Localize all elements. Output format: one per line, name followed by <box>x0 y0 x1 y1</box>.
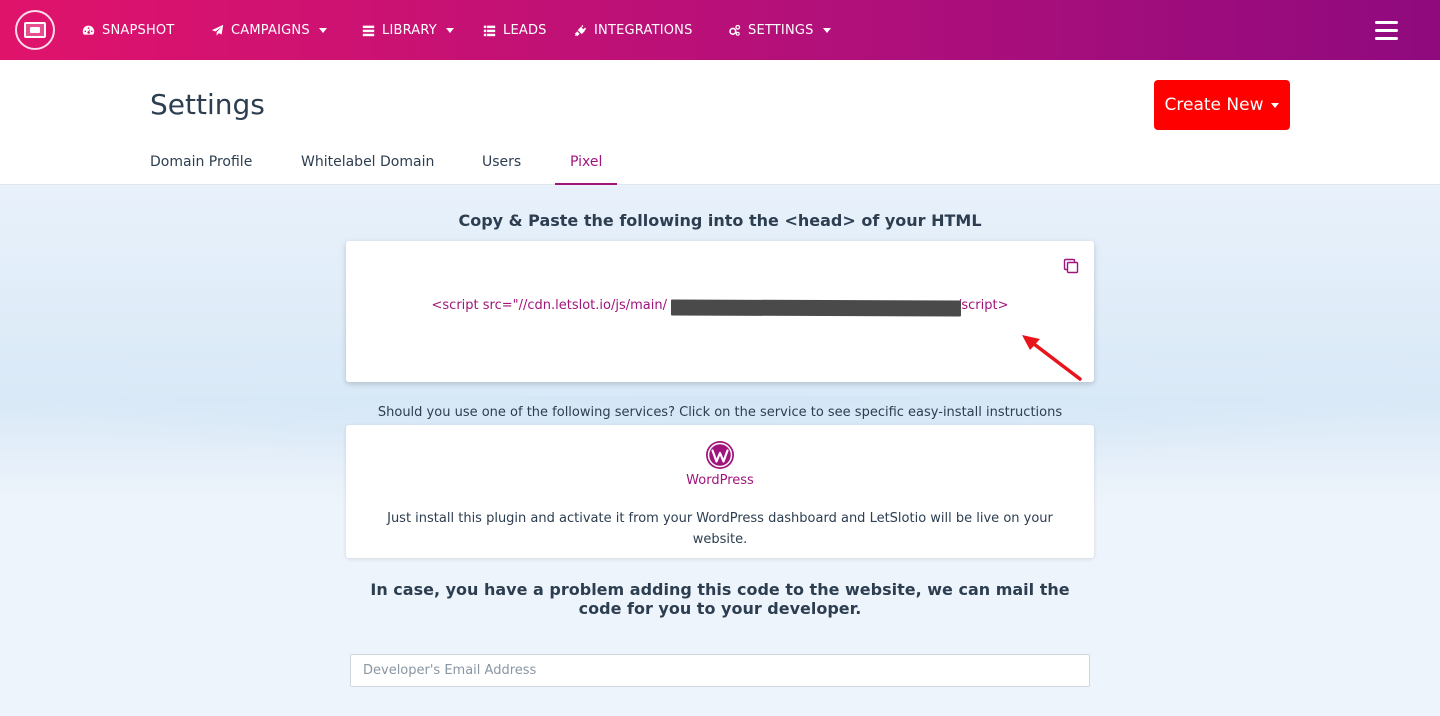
wordpress-icon <box>706 441 734 469</box>
top-nav: SNAPSHOT CAMPAIGNS LIBRARY LEADS INTEGRA… <box>0 0 1440 60</box>
nav-label: SNAPSHOT <box>102 22 175 38</box>
nav-label: INTEGRATIONS <box>594 22 693 38</box>
cogs-icon <box>729 24 741 36</box>
nav-leads[interactable]: LEADS <box>483 0 547 60</box>
nav-label: LEADS <box>503 22 547 38</box>
chevron-down-icon <box>822 27 831 33</box>
mail-code-title: In case, you have a problem adding this … <box>370 580 1070 618</box>
hamburger-menu-icon[interactable] <box>1375 21 1398 40</box>
wordpress-service-card[interactable]: WordPress Just install this plugin and a… <box>346 425 1094 558</box>
create-new-button[interactable]: Create New <box>1154 80 1290 130</box>
nav-label: CAMPAIGNS <box>231 22 310 38</box>
chevron-down-icon <box>318 27 327 33</box>
nav-label: SETTINGS <box>748 22 814 38</box>
nav-library[interactable]: LIBRARY <box>362 0 454 60</box>
plug-icon <box>574 24 587 36</box>
create-new-label: Create New <box>1164 95 1264 115</box>
developer-email-input[interactable] <box>350 654 1090 687</box>
app-logo[interactable] <box>15 10 55 50</box>
nav-snapshot[interactable]: SNAPSHOT <box>82 0 175 60</box>
tab-pixel[interactable]: Pixel <box>555 154 618 185</box>
tab-domain-profile[interactable]: Domain Profile <box>150 154 252 185</box>
list-icon <box>362 25 375 36</box>
logo-mark <box>24 22 46 38</box>
code-suffix: /script> <box>956 298 1009 313</box>
copy-icon[interactable] <box>1063 258 1079 274</box>
settings-header: Settings Create New Domain Profile White… <box>0 60 1440 185</box>
wordpress-description: Just install this plugin and activate it… <box>387 511 1053 547</box>
services-prompt: Should you use one of the following serv… <box>377 405 1063 420</box>
paper-plane-icon <box>211 24 224 36</box>
nav-label: LIBRARY <box>382 22 437 38</box>
tab-users[interactable]: Users <box>482 154 521 185</box>
nav-settings[interactable]: SETTINGS <box>728 0 831 60</box>
page-title: Settings <box>150 88 265 121</box>
code-prefix: <script src="//cdn.letslot.io/js/main/ <box>431 298 667 313</box>
chevron-down-icon <box>445 27 454 33</box>
dashboard-icon <box>82 25 95 35</box>
nav-integrations[interactable]: INTEGRATIONS <box>574 0 693 60</box>
list-icon <box>483 25 496 36</box>
chevron-down-icon <box>1271 102 1280 108</box>
pixel-instruction: Copy & Paste the following into the <hea… <box>458 211 982 230</box>
annotation-arrow-icon <box>1022 335 1082 381</box>
wordpress-label: WordPress <box>686 473 754 488</box>
nav-campaigns[interactable]: CAMPAIGNS <box>211 0 327 60</box>
redaction-bar <box>670 299 962 317</box>
tab-whitelabel-domain[interactable]: Whitelabel Domain <box>301 154 434 185</box>
pixel-code-card: <script src="//cdn.letslot.io/js/main/ /s… <box>346 241 1094 382</box>
